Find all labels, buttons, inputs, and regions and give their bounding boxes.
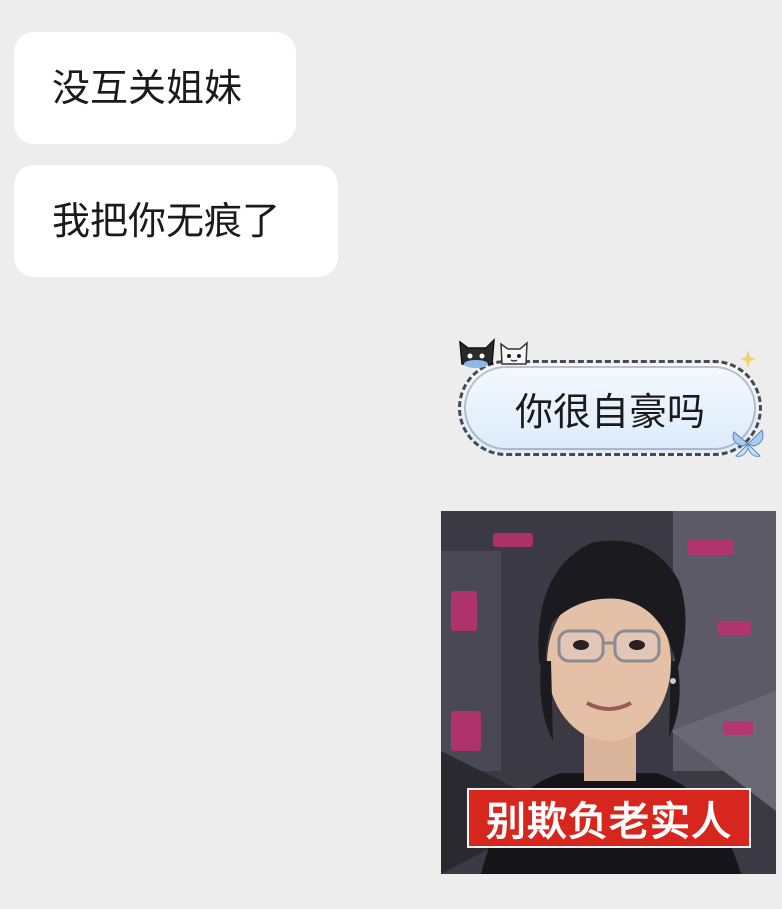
message-text: 没互关姐妹 [52, 66, 243, 110]
message-text: 你很自豪吗 [514, 389, 705, 434]
meme-caption-banner: 别欺负老实人 [467, 788, 751, 848]
decorated-bubble-body: 你很自豪吗 [458, 360, 762, 456]
message-text: 我把你无痕了 [52, 199, 281, 243]
butterfly-icon [732, 429, 764, 457]
white-cat-sticker-icon [500, 341, 528, 365]
incoming-message-bubble[interactable]: 我把你无痕了 [14, 165, 338, 277]
meme-caption-text: 别欺负老实人 [486, 799, 732, 845]
outgoing-message-bubble[interactable]: 你很自豪吗 [440, 326, 782, 476]
incoming-message-bubble[interactable]: 没互关姐妹 [14, 32, 296, 144]
chat-message-list[interactable]: 没互关姐妹 我把你无痕了 你很自豪吗 别欺负老实人 [0, 0, 782, 909]
black-cat-sticker-icon [459, 338, 495, 368]
sparkle-icon [740, 350, 756, 368]
meme-image-message[interactable]: 别欺负老实人 [441, 511, 776, 874]
